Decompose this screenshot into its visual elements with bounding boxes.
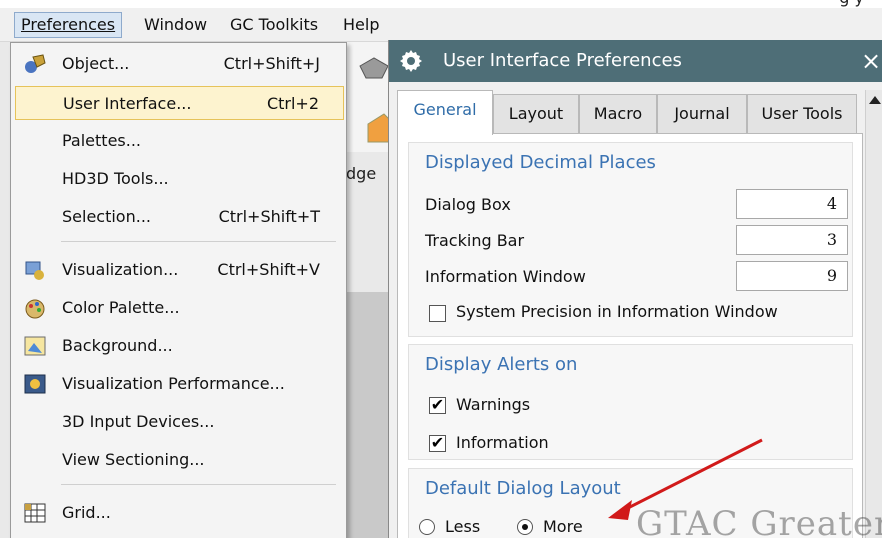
menu-item-background[interactable]: Background...	[15, 329, 344, 363]
menu-separator	[61, 484, 336, 485]
color-palette-icon	[23, 297, 47, 319]
system-precision-checkbox[interactable]	[429, 305, 446, 322]
background-icon	[23, 335, 47, 357]
menu-item-label: Visualization Performance...	[62, 374, 285, 393]
visualization-icon	[23, 259, 47, 281]
menu-item-label: HD3D Tools...	[62, 169, 169, 188]
menu-item-color-palette[interactable]: Color Palette...	[15, 291, 344, 325]
menu-item-label: 3D Input Devices...	[62, 412, 215, 431]
dialog-titlebar[interactable]: User Interface Preferences ×	[389, 40, 882, 82]
menu-preferences[interactable]: Preferences	[14, 12, 123, 38]
ribbon-icons	[359, 57, 391, 143]
menu-item-label: Object...	[62, 54, 130, 73]
layout-less-label: Less	[445, 517, 481, 536]
menu-help[interactable]: Help	[337, 12, 385, 38]
information-window-input[interactable]: 9	[736, 261, 848, 291]
warnings-checkbox[interactable]: ✔	[429, 397, 446, 414]
preferences-dropdown: Object... Ctrl+Shift+J User Interface...…	[10, 42, 347, 538]
menu-item-3d-input-devices[interactable]: 3D Input Devices...	[15, 405, 344, 439]
information-label: Information	[456, 433, 549, 452]
scroll-up-icon[interactable]	[869, 96, 881, 104]
menu-item-shortcut: Ctrl+Shift+J	[223, 54, 320, 73]
menu-item-visualization-performance[interactable]: Visualization Performance...	[15, 367, 344, 401]
menu-item-object[interactable]: Object... Ctrl+Shift+J	[15, 47, 344, 81]
menu-item-label: Background...	[62, 336, 173, 355]
menu-item-shortcut: Ctrl+2	[266, 94, 319, 113]
menu-item-label: Color Palette...	[62, 298, 180, 317]
menu-item-label: Palettes...	[62, 131, 142, 150]
menu-item-label: Selection...	[62, 207, 151, 226]
object-icon	[23, 53, 47, 75]
tracking-bar-input[interactable]: 3	[736, 225, 848, 255]
menu-item-selection[interactable]: Selection... Ctrl+Shift+T	[15, 200, 344, 234]
ribbon-area	[340, 42, 391, 152]
dialog-box-label: Dialog Box	[425, 195, 511, 214]
menu-window[interactable]: Window	[138, 12, 213, 38]
background-canvas	[345, 292, 390, 538]
menu-item-visualization[interactable]: Visualization... Ctrl+Shift+V	[15, 253, 344, 287]
tab-macro[interactable]: Macro	[579, 94, 657, 134]
menu-preferences-label: Preferences	[21, 15, 116, 34]
tracking-bar-label: Tracking Bar	[425, 231, 525, 250]
layout-less-radio[interactable]	[419, 519, 435, 535]
tab-journal[interactable]: Journal	[657, 94, 747, 134]
decimal-places-group: Displayed Decimal Places Dialog Box 4 Tr…	[408, 142, 853, 337]
menu-bar: Preferences Window GC Toolkits Help	[0, 8, 882, 42]
gear-icon	[399, 49, 423, 73]
tab-layout[interactable]: Layout	[493, 94, 579, 134]
cropped-top-text: g y	[839, 0, 864, 7]
grid-icon	[23, 502, 47, 524]
close-icon[interactable]: ×	[861, 48, 882, 74]
dialog-scrollbar[interactable]	[865, 90, 882, 538]
menu-item-label: User Interface...	[63, 94, 192, 113]
ribbon-partial-label: dge	[346, 164, 377, 183]
information-checkbox[interactable]: ✔	[429, 435, 446, 452]
tab-user-tools[interactable]: User Tools	[747, 94, 857, 134]
menu-item-label: Visualization...	[62, 260, 179, 279]
group-title: Display Alerts on	[425, 354, 578, 375]
system-precision-label: System Precision in Information Window	[456, 302, 778, 321]
menu-item-palettes[interactable]: Palettes...	[15, 124, 344, 158]
tab-general[interactable]: General	[397, 90, 493, 135]
menu-separator	[61, 241, 336, 242]
watermark: GTAC Greater	[636, 504, 882, 538]
menu-item-grid[interactable]: Grid...	[15, 496, 344, 530]
dialog-box-input[interactable]: 4	[736, 189, 848, 219]
dialog-title: User Interface Preferences	[443, 50, 682, 71]
menu-gc-toolkits[interactable]: GC Toolkits	[224, 12, 324, 38]
menu-item-label: View Sectioning...	[62, 450, 205, 469]
information-window-label: Information Window	[425, 267, 586, 286]
menu-item-shortcut: Ctrl+Shift+T	[218, 207, 320, 226]
layout-more-radio[interactable]	[517, 519, 533, 535]
menu-item-label: Grid...	[62, 503, 111, 522]
layout-more-label: More	[543, 517, 583, 536]
menu-item-hd3d-tools[interactable]: HD3D Tools...	[15, 162, 344, 196]
visualization-performance-icon	[23, 373, 47, 395]
menu-item-user-interface[interactable]: User Interface... Ctrl+2	[15, 86, 344, 120]
group-title: Displayed Decimal Places	[425, 152, 656, 173]
warnings-label: Warnings	[456, 395, 531, 414]
menu-item-view-sectioning[interactable]: View Sectioning...	[15, 443, 344, 477]
menu-item-shortcut: Ctrl+Shift+V	[217, 260, 320, 279]
